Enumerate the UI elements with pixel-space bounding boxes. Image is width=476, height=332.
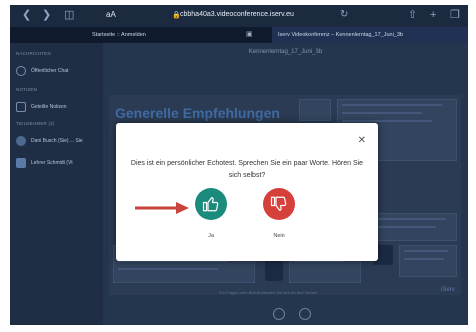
slide-text-line [342, 104, 442, 106]
slide-text-line [376, 218, 446, 220]
slide-panel [399, 245, 457, 277]
participant-item[interactable]: Dani Busch (Sie) ... Sie [16, 133, 100, 149]
audio-icon[interactable] [299, 308, 311, 320]
no-label: Nein [273, 233, 285, 239]
slide-title: Generelle Empfehlungen [115, 105, 280, 121]
arrow-annotation [135, 202, 189, 214]
sidebar-item-shared-notes[interactable]: Geteilte Notizen [16, 99, 100, 115]
tab-label: Startseite :: Anmelden [92, 32, 146, 38]
slide-text-line [118, 268, 218, 270]
tab-start[interactable]: Startseite :: Anmelden [92, 27, 242, 43]
notes-icon [16, 102, 26, 112]
forward-icon[interactable]: ❯ [42, 9, 51, 21]
sidebar-item-public-chat[interactable]: Öffentlicher Chat [16, 63, 100, 79]
share-icon[interactable]: ⇧ [408, 9, 417, 21]
sidebar-heading-messages: NACHRICHTEN [16, 51, 51, 56]
tab-videoconference[interactable]: Iserv Videokonferenz – Kennenlerntag_17_… [272, 27, 468, 43]
slide-text-line [376, 226, 436, 228]
no-button[interactable] [263, 188, 295, 220]
participant-name: Lehrer Schmidt (Vt [31, 160, 73, 166]
slide-text-line [404, 258, 444, 260]
echo-test-modal: ✕ Dies ist ein persönlicher Echotest. Sp… [116, 123, 378, 261]
microphone-icon[interactable] [273, 308, 285, 320]
tab-label: Iserv Videokonferenz – Kennenlerntag_17_… [278, 32, 403, 38]
avatar [16, 136, 26, 146]
yes-button[interactable] [195, 188, 227, 220]
reload-icon[interactable]: ↻ [340, 9, 348, 20]
sidebar-heading-participants: TEILNEHMER (2) [16, 121, 55, 126]
sidebar-item-label: Öffentlicher Chat [31, 68, 69, 74]
close-icon[interactable]: ✕ [358, 136, 366, 146]
sidebar-item-label: Geteilte Notizen [31, 104, 67, 110]
slide-text-line [342, 120, 432, 122]
slide-footnote: Für Fragen zum Beitritt wenden Sie sich … [219, 290, 318, 295]
tab-close-icon[interactable]: ▣ [246, 30, 253, 38]
avatar [16, 158, 26, 168]
slide-panel [299, 99, 331, 121]
back-icon[interactable]: ❮ [22, 9, 31, 21]
thumbs-up-icon [202, 197, 219, 212]
address-bar[interactable]: cbbha40a3.videoconference.iserv.eu [180, 11, 294, 18]
chat-icon [16, 66, 26, 76]
iserv-logo: iServ [441, 287, 455, 293]
slide-text-line [342, 112, 422, 114]
sidebar-heading-notes: NOTIZEN [16, 87, 38, 92]
sidebar: NACHRICHTEN Öffentlicher Chat NOTIZEN Ge… [10, 43, 103, 325]
new-tab-icon[interactable]: + [430, 9, 436, 21]
slide-panel [371, 213, 457, 241]
slide-text-line [404, 250, 448, 252]
echo-test-prompt: Dies ist ein persönlicher Echotest. Spre… [130, 160, 364, 179]
tabs-overview-icon[interactable]: ❐ [450, 9, 460, 21]
screenshot-frame: ❮ ❯ ◫ aA 🔒 cbbha40a3.videoconference.ise… [10, 5, 468, 325]
browser-toolbar: ❮ ❯ ◫ aA 🔒 cbbha40a3.videoconference.ise… [10, 5, 468, 27]
text-size-button[interactable]: aA [106, 10, 116, 19]
yes-label: Ja [208, 233, 214, 239]
participant-item[interactable]: Lehrer Schmidt (Vt [16, 155, 100, 171]
tab-bar: Startseite :: Anmelden ▣ Iserv Videokonf… [10, 27, 468, 43]
participant-name: Dani Busch (Sie) ... Sie [31, 138, 83, 144]
room-title: Kennenlerntag_17_Juni_3b [248, 49, 323, 55]
thumbs-down-icon [270, 196, 287, 211]
sidebar-toggle-icon[interactable]: ◫ [64, 9, 74, 21]
